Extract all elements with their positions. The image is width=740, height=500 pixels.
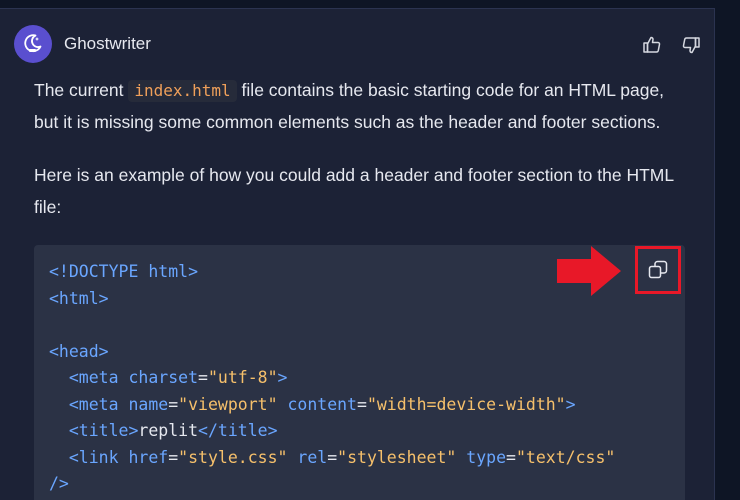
code-token: <title> [68,421,139,440]
code-line: /> [49,474,69,493]
code-line: <!DOCTYPE html> [49,262,198,281]
code-line: <meta charset="utf-8"> [49,368,288,387]
code-token: href [128,447,169,467]
code-token: "stylesheet" [337,447,457,467]
code-line: <meta name="viewport" content="width=dev… [49,395,576,414]
code-token: /> [49,474,69,493]
code-token: "utf-8" [207,368,278,387]
message-paragraph-1: The current index.html file contains the… [34,74,684,138]
code-token: "width=device-width" [366,394,566,414]
code-token: type [466,447,507,467]
code-token: = [168,447,179,467]
code-token: content [287,394,357,414]
code-token: = [327,447,338,467]
ghostwriter-logo-icon [14,25,52,63]
code-token: <meta [68,368,119,387]
inline-code-filename: index.html [128,80,237,102]
code-token: rel [297,447,328,467]
code-token: = [198,368,208,387]
message-paragraph-2: Here is an example of how you could add … [34,165,674,217]
code-token: <!DOCTYPE html> [49,262,199,281]
code-token: > [277,368,288,387]
thumbs-up-icon[interactable] [641,34,663,56]
author-name: Ghostwriter [64,34,151,53]
code-token: <meta [68,394,119,414]
copy-icon [648,260,668,279]
code-token: > [565,394,576,414]
code-token: = [506,447,516,467]
code-token: "viewport" [178,394,278,414]
code-token: = [357,394,367,414]
code-token: <link [68,447,119,467]
code-token: replit [138,421,199,440]
code-token: "style.css" [178,447,288,467]
copy-code-button[interactable] [635,246,681,294]
code-line: <title>replit</title> [49,421,278,440]
code-token: <html> [49,288,109,308]
message-header: Ghostwriter [14,25,151,63]
red-arrow-annotation [557,246,621,296]
code-token: = [168,394,179,414]
code-token: "text/css" [515,447,616,467]
code-token: name [128,394,169,414]
code-line: <head> [49,342,109,361]
code-line: <link href="style.css" rel="stylesheet" … [49,448,615,467]
paragraph-text: The current [34,80,129,100]
code-token: </title> [198,421,278,440]
code-token: charset [128,368,199,387]
thumbs-down-icon[interactable] [680,34,702,56]
code-token: <head> [49,341,109,361]
code-line: <html> [49,289,109,308]
code-content: <!DOCTYPE html> <html> <head> <meta char… [49,259,615,498]
